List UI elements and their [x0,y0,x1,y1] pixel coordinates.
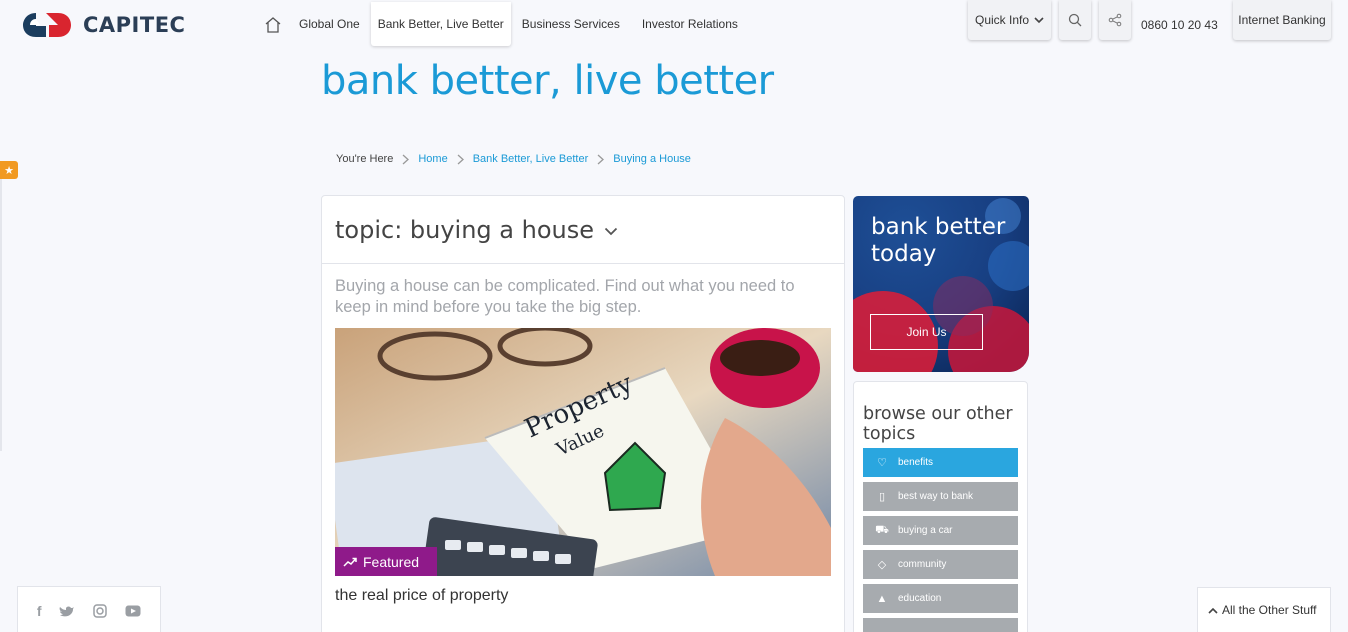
favourite-tab[interactable]: ★ [0,161,18,179]
social-links: f [17,586,161,632]
nav-investor-relations[interactable]: Investor Relations [631,0,749,48]
chevron-right-icon [597,154,605,164]
youtube-icon[interactable] [125,605,141,617]
topic-best-way-to-bank[interactable]: ▯ best way to bank [863,482,1018,511]
search-button[interactable] [1059,0,1091,40]
other-stuff-button[interactable]: All the Other Stuff [1197,587,1331,632]
instagram-icon[interactable] [93,604,107,618]
promo-heading-line1: bank better [871,214,1006,240]
graduation-cap-icon: ▲ [876,592,888,605]
nav-business-services[interactable]: Business Services [511,0,631,48]
twitter-icon[interactable] [59,605,75,618]
chevron-up-icon [1208,607,1218,614]
trending-up-icon [343,557,357,567]
chevron-down-icon [1034,16,1044,23]
topic-title: topic: buying a house [335,215,595,244]
topic-education[interactable]: ▲ education [863,584,1018,613]
topic-intro: Buying a house can be complicated. Find … [335,277,795,316]
capitec-logo[interactable]: CAPITEC [22,11,185,39]
breadcrumb-bank-better[interactable]: Bank Better, Live Better [473,153,589,165]
internet-banking-button[interactable]: Internet Banking [1233,0,1331,40]
page-title: bank better, live better [321,58,774,104]
topic-community[interactable]: ◇ community [863,550,1018,579]
browse-topics-heading: browse our other topics [863,404,1013,444]
chevron-down-icon [604,227,618,236]
share-button[interactable] [1099,0,1131,40]
article-title[interactable]: the real price of property [335,587,508,605]
side-divider [0,179,2,451]
phone-number[interactable]: 0860 10 20 43 [1141,18,1218,32]
other-stuff-label: All the Other Stuff [1222,603,1317,617]
topic-benefits-label: benefits [898,457,934,468]
topic-education-label: education [898,593,942,604]
featured-label: Featured [363,553,420,570]
breadcrumb: You're Here Home Bank Better, Live Bette… [336,153,691,165]
topic-best-way-label: best way to bank [898,491,974,502]
bank-better-promo: bank better today Join Us [853,196,1029,372]
featured-badge: Featured [335,547,437,576]
topic-benefits[interactable]: ♡ benefits [863,448,1018,477]
mobile-icon: ▯ [878,491,886,503]
topic-buying-car-label: buying a car [898,525,953,536]
heart-hand-icon: ♡ [877,457,887,469]
nav-bank-better[interactable]: Bank Better, Live Better [370,2,511,46]
article-image[interactable]: Property Value Featured [335,328,831,576]
breadcrumb-home[interactable]: Home [418,153,447,165]
brand-name: CAPITEC [83,13,186,37]
topic-community-label: community [898,559,947,570]
topic-buying-a-car[interactable]: ⛟ buying a car [863,516,1018,545]
topic-more[interactable] [863,618,1018,632]
main-nav: Global One Bank Better, Live Better Busi… [258,0,749,48]
home-icon[interactable] [258,0,288,48]
chevron-right-icon [402,154,410,164]
facebook-icon[interactable]: f [37,603,42,619]
promo-heading: bank better today [871,214,1005,268]
diamond-icon: ◇ [877,559,887,571]
star-icon: ★ [4,164,14,177]
breadcrumb-buying-house[interactable]: Buying a House [613,153,691,165]
nav-global-one[interactable]: Global One [288,0,371,48]
property-value-photo: Property Value [335,328,831,576]
car-icon: ⛟ [875,523,889,536]
chevron-right-icon [457,154,464,164]
topic-card: topic: buying a house Buying a house can… [321,195,845,632]
promo-heading-line2: today [871,241,937,267]
quick-info-button[interactable]: Quick Info [968,0,1051,40]
breadcrumb-label: You're Here [336,153,394,165]
logo-mark-icon [23,13,71,37]
search-icon [1068,13,1082,27]
browse-topics-panel: browse our other topics ♡ benefits ▯ bes… [853,381,1028,632]
quick-info-label: Quick Info [974,13,1030,27]
topic-header[interactable]: topic: buying a house [322,196,844,264]
share-icon [1108,13,1122,27]
join-us-button[interactable]: Join Us [870,314,983,350]
